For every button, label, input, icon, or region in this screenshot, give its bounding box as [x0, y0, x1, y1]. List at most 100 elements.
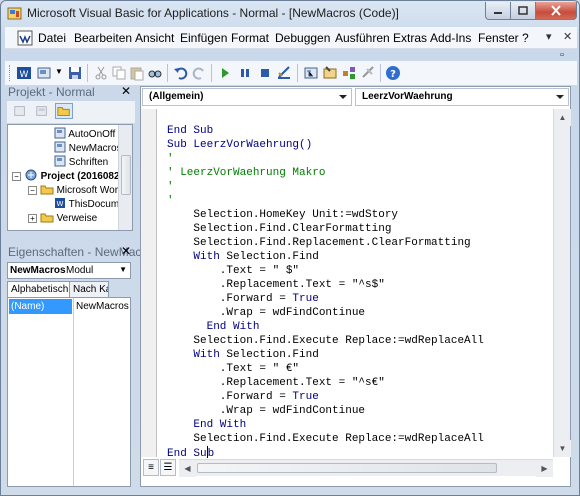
properties-panel-close-icon[interactable]: ✕	[119, 244, 133, 258]
word-document-icon[interactable]	[17, 30, 33, 46]
view-code-icon[interactable]	[11, 103, 29, 119]
menu-datei[interactable]: Datei	[38, 31, 66, 45]
tree-item[interactable]: + Verweise	[28, 211, 97, 225]
scroll-right-icon[interactable]: ▶	[536, 460, 553, 477]
code-line[interactable]: .Wrap = wdFindContinue	[167, 306, 484, 320]
code-line[interactable]: With Selection.Find	[167, 250, 484, 264]
design-mode-icon[interactable]	[276, 65, 292, 81]
tree-item[interactable]: AutoOnOff	[54, 127, 115, 141]
svg-text:W: W	[57, 200, 64, 208]
help-icon[interactable]: ?	[385, 65, 401, 81]
collapse-icon[interactable]: −	[28, 186, 37, 195]
code-line[interactable]: '	[167, 194, 484, 208]
code-line[interactable]: End With	[167, 418, 484, 432]
menu-ansicht[interactable]: Ansicht	[135, 31, 174, 45]
run-icon[interactable]	[217, 65, 233, 81]
toolbar-grip[interactable]	[9, 65, 12, 81]
code-line[interactable]: Selection.Find.ClearFormatting	[167, 222, 484, 236]
chevron-down-icon	[556, 95, 564, 99]
code-line[interactable]: End Sub	[167, 124, 484, 138]
mdi-close-icon[interactable]: ✕	[563, 30, 572, 43]
menu-einfuegen[interactable]: Einfügen	[180, 31, 227, 45]
maximize-icon	[518, 6, 528, 15]
word-document-icon: W	[55, 198, 65, 208]
code-line[interactable]: Selection.Find.Replacement.ClearFormatti…	[167, 236, 484, 250]
save-icon[interactable]	[67, 65, 83, 81]
code-line[interactable]: .Wrap = wdFindContinue	[167, 404, 484, 418]
view-object-icon[interactable]	[33, 103, 51, 119]
close-button[interactable]	[535, 2, 577, 20]
redo-icon[interactable]	[191, 65, 207, 81]
view-word-icon[interactable]: W	[16, 65, 32, 81]
code-margin[interactable]	[141, 109, 157, 457]
code-line[interactable]: Selection.HomeKey Unit:=wdStory	[167, 208, 484, 222]
mdi-restore-icon[interactable]: ▫	[560, 49, 564, 61]
break-icon[interactable]	[237, 65, 253, 81]
tab-categories[interactable]: Nach Kategorien	[69, 281, 109, 297]
scroll-down-icon[interactable]: ▼	[554, 440, 571, 457]
full-module-view-icon[interactable]: ☰	[160, 459, 176, 476]
expand-icon[interactable]: +	[28, 214, 37, 223]
insert-module-icon[interactable]	[37, 65, 53, 81]
menu-extras[interactable]: Extras	[393, 31, 427, 45]
procedure-combo[interactable]: LeerzVorWaehrung	[355, 88, 569, 106]
insert-dropdown-icon[interactable]: ▼	[55, 67, 63, 76]
code-line[interactable]: '	[167, 152, 484, 166]
find-icon[interactable]	[147, 65, 163, 81]
reset-icon[interactable]	[257, 65, 273, 81]
code-line[interactable]: .Forward = True	[167, 292, 484, 306]
object-browser-icon[interactable]	[341, 65, 357, 81]
maximize-button[interactable]	[510, 2, 536, 20]
code-editor[interactable]: End Sub Sub LeerzVorWaehrung() ' ' LeerzVor…	[167, 124, 484, 461]
project-explorer-icon[interactable]	[303, 65, 319, 81]
code-line[interactable]: Selection.Find.Execute Replace:=wdReplac…	[167, 334, 483, 348]
menu-format[interactable]: Format	[231, 31, 269, 45]
menu-ausfuehren[interactable]: Ausführen	[335, 31, 390, 45]
undo-icon[interactable]	[173, 65, 189, 81]
code-line[interactable]: Sub LeerzVorWaehrung()	[167, 138, 484, 152]
code-horizontal-scrollbar[interactable]: ◀ ▶	[179, 459, 553, 477]
toolbox-icon[interactable]	[360, 65, 376, 81]
property-value[interactable]: NewMacros	[74, 299, 129, 314]
code-line[interactable]: End With	[167, 320, 484, 334]
toggle-folders-icon[interactable]	[55, 103, 73, 119]
properties-window-icon[interactable]	[322, 65, 338, 81]
menu-fenster[interactable]: Fenster	[478, 31, 519, 45]
menu-add-ins[interactable]: Add-Ins	[430, 31, 471, 45]
object-combo[interactable]: (Allgemein)	[142, 88, 352, 106]
minimize-button[interactable]	[485, 2, 511, 20]
tree-item[interactable]: − Project (20160822...	[12, 169, 132, 183]
vba-app-icon	[7, 7, 22, 20]
collapse-icon[interactable]: −	[12, 172, 21, 181]
object-selector[interactable]: NewMacros Modul ▼	[7, 262, 131, 279]
copy-icon[interactable]	[111, 65, 127, 81]
code-line[interactable]: .Replacement.Text = "^s€"	[167, 376, 484, 390]
paste-icon[interactable]	[129, 65, 145, 81]
project-panel-close-icon[interactable]: ✕	[119, 84, 133, 98]
procedure-view-icon[interactable]: ≡	[143, 459, 159, 476]
code-vertical-scrollbar[interactable]: ▲ ▼	[553, 109, 571, 457]
scroll-thumb[interactable]	[121, 155, 131, 195]
menu-bearbeiten[interactable]: Bearbeiten	[74, 31, 132, 45]
menu-help[interactable]: ?	[522, 31, 529, 45]
scroll-left-icon[interactable]: ◀	[179, 460, 196, 477]
property-name[interactable]: (Name)	[9, 299, 72, 314]
tree-item[interactable]: − Microsoft Word...	[28, 183, 132, 197]
tab-alphabetical[interactable]: Alphabetisch	[7, 281, 73, 298]
project-tree-scrollbar[interactable]	[118, 125, 132, 230]
code-line[interactable]: ' LeerzVorWaehrung Makro	[167, 166, 484, 180]
code-line[interactable]: .Forward = True	[167, 390, 484, 404]
code-line[interactable]: .Text = " $"	[167, 264, 484, 278]
menu-debuggen[interactable]: Debuggen	[275, 31, 330, 45]
scroll-up-icon[interactable]: ▲	[554, 109, 571, 126]
scroll-thumb[interactable]	[197, 463, 497, 473]
tree-item[interactable]: Schriften	[54, 155, 108, 169]
code-line[interactable]: '	[167, 180, 484, 194]
code-line[interactable]: With Selection.Find	[167, 348, 484, 362]
code-line[interactable]: Selection.Find.Execute Replace:=wdReplac…	[167, 432, 483, 446]
mdi-minimize-icon[interactable]: ▾	[546, 30, 552, 43]
code-line[interactable]: .Replacement.Text = "^s$"	[167, 278, 484, 292]
cut-icon[interactable]	[93, 65, 109, 81]
code-line[interactable]: .Text = " €"	[167, 362, 484, 376]
tree-item[interactable]: NewMacros	[54, 141, 122, 155]
